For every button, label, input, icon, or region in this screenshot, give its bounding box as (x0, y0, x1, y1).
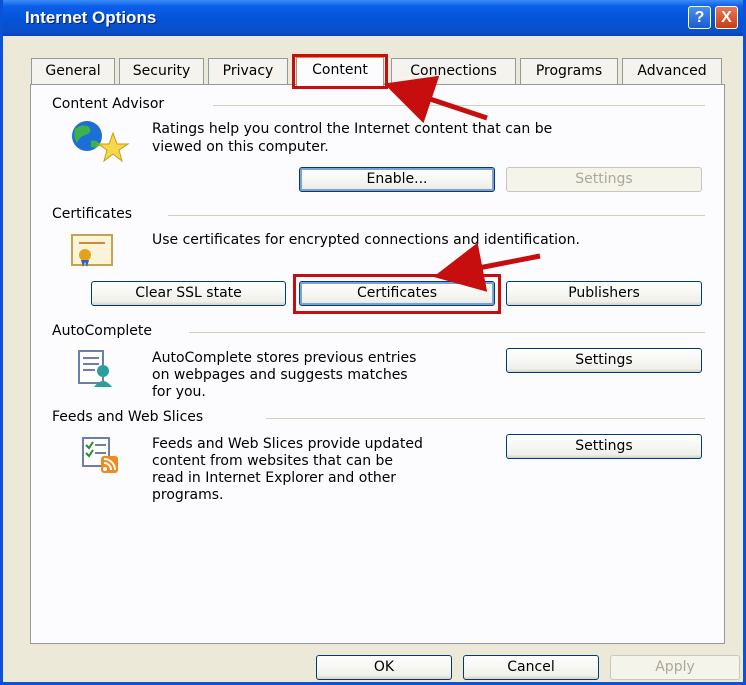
arrow-to-certificates-button (433, 242, 541, 292)
internet-options-window: Internet Options ? X General Security Pr… (0, 0, 746, 685)
annotation-arrows (384, 75, 541, 292)
content-tab-highlight (292, 54, 388, 89)
arrow-to-content-tab (384, 75, 488, 124)
